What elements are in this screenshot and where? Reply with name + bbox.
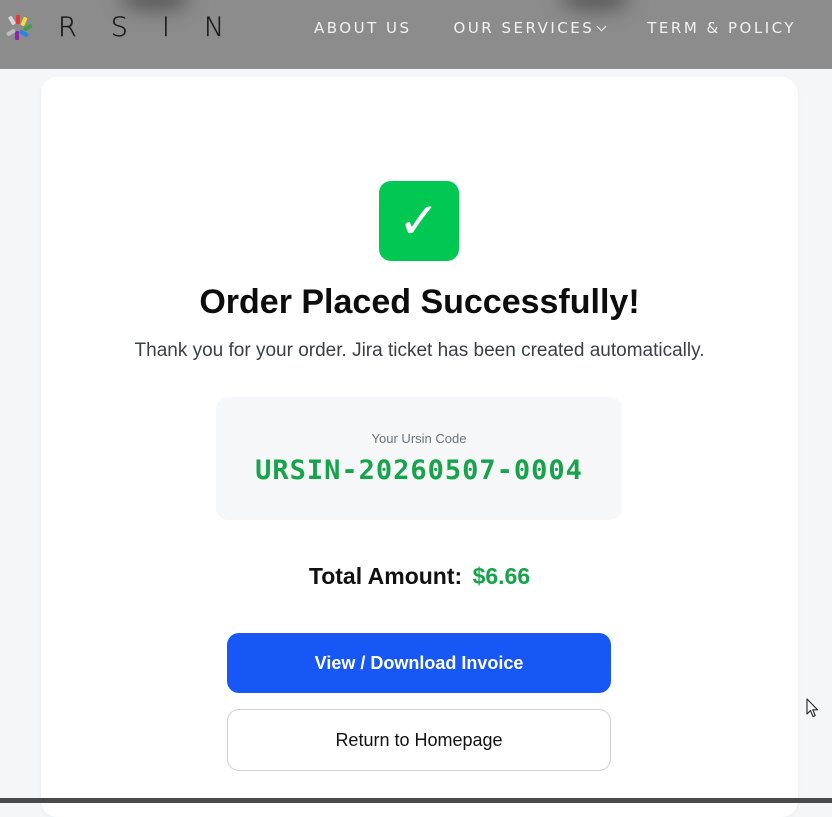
ursin-code-label: Your Ursin Code bbox=[371, 431, 467, 446]
order-success-card: ✓ Order Placed Successfully! Thank you f… bbox=[41, 77, 798, 817]
ursin-code-value: URSIN-20260507-0004 bbox=[255, 455, 583, 486]
nav-term-policy[interactable]: TERM & POLICY bbox=[647, 19, 796, 37]
nav-about-us-label: ABOUT US bbox=[314, 19, 412, 37]
total-amount-label: Total Amount: bbox=[308, 563, 463, 589]
nav-about-us[interactable]: ABOUT US bbox=[314, 19, 412, 37]
nav-our-services-label: OUR SERVICES bbox=[453, 19, 595, 37]
ursin-code-panel: Your Ursin Code URSIN-20260507-0004 bbox=[216, 397, 622, 520]
page-title: Order Placed Successfully! bbox=[199, 283, 640, 321]
checkmark-icon: ✓ bbox=[379, 181, 459, 261]
logo-mark-icon bbox=[0, 8, 40, 48]
total-amount-value: $6.66 bbox=[472, 563, 531, 589]
order-confirmation-message: Thank you for your order. Jira ticket ha… bbox=[134, 340, 705, 361]
nav-our-services[interactable]: OUR SERVICES bbox=[453, 19, 607, 37]
mouse-cursor-icon bbox=[806, 698, 819, 718]
main-nav: ABOUT US OUR SERVICES TERM & POLICY bbox=[314, 0, 832, 56]
total-amount: Total Amount: $6.66 bbox=[41, 563, 798, 590]
chevron-down-icon bbox=[596, 21, 607, 31]
view-download-invoice-button[interactable]: View / Download Invoice bbox=[227, 633, 611, 693]
site-header: RSIN ABOUT US OUR SERVICES TERM & POLICY bbox=[0, 0, 832, 69]
return-to-homepage-button[interactable]: Return to Homepage bbox=[227, 709, 611, 771]
site-logo[interactable]: RSIN bbox=[0, 8, 258, 48]
logo-text: RSIN bbox=[58, 12, 259, 43]
horizontal-scrollbar[interactable] bbox=[0, 798, 832, 803]
nav-term-policy-label: TERM & POLICY bbox=[647, 19, 797, 37]
